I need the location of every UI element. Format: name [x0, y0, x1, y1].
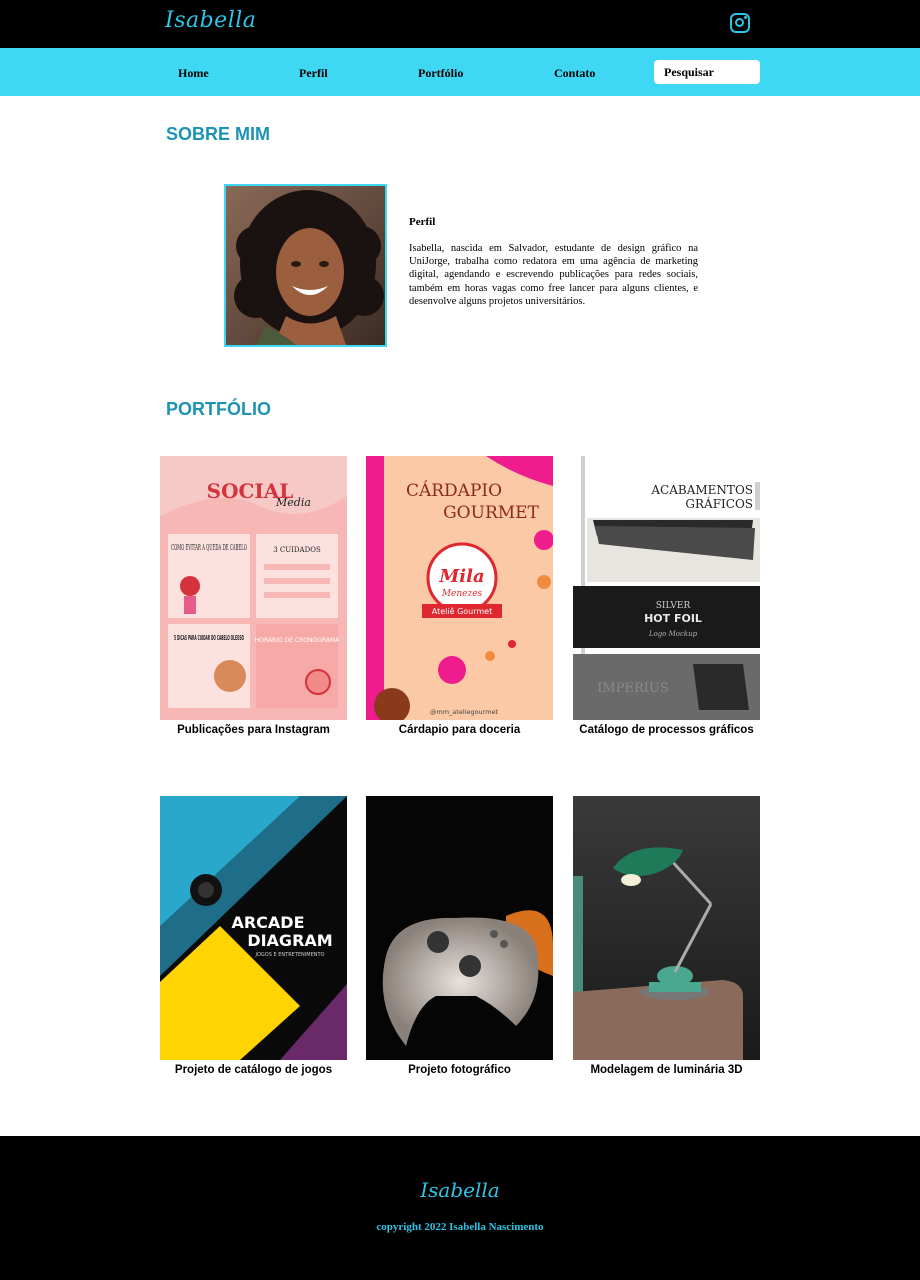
post4-text: HORÁRIO DE CRONOGRAMA [255, 637, 340, 644]
profile-photo [224, 184, 387, 347]
card-caption: Catálogo de processos gráficos [579, 724, 754, 736]
portfolio-card-games[interactable]: ARCADE DIAGRAM JOGOS E ENTRETENIMENTO Pr… [160, 796, 347, 1076]
site-logo[interactable]: Isabella [165, 8, 256, 33]
card-caption: Publicações para Instagram [177, 724, 330, 736]
nav-item-portfolio[interactable]: Portfólio [418, 66, 463, 81]
foil-line1: SILVER [656, 601, 691, 611]
menu-title-line2: GOURMET [443, 503, 539, 523]
post2-text: 3 CUIDADOS [273, 546, 321, 554]
about-title: SOBRE MIM [166, 124, 271, 144]
search-input[interactable] [654, 60, 760, 84]
menu-brand2: Menezes [441, 589, 483, 599]
portfolio-card-catalog[interactable]: ACABAMENTOS GRÁFICOS SILVER HOT FOIL Log… [573, 456, 760, 736]
copyright-text: copyright 2022 Isabella Nascimento [376, 1221, 544, 1233]
post3-text: 5 DICAS PARA CUIDAR DO CABELO OLEOSO [174, 634, 244, 642]
menu-title-line1: CÁRDAPIO [406, 480, 502, 501]
arcade-line3: JOGOS E ENTRETENIMENTO [255, 952, 325, 958]
footer: Isabella copyright 2022 Isabella Nascime… [0, 1136, 920, 1280]
instagram-icon[interactable] [730, 13, 750, 33]
portfolio-card-lamp[interactable]: Modelagem de luminária 3D [573, 796, 760, 1076]
controller-photo-thumbnail [366, 796, 553, 1060]
portfolio-card-photo[interactable]: Projeto fotográfico [366, 796, 553, 1076]
menu-brand: Mila [438, 566, 484, 587]
catalog-thumbnail: ACABAMENTOS GRÁFICOS SILVER HOT FOIL Log… [573, 456, 760, 720]
card-caption: Projeto fotográfico [408, 1064, 511, 1076]
instagram-lens [735, 18, 744, 27]
menu-ribbon: Ateliê Gourmet [432, 606, 492, 616]
instagram-dot [744, 16, 747, 19]
top-header: Isabella [0, 0, 920, 48]
nav-item-home[interactable]: Home [178, 66, 209, 81]
menu-handle: @mm_ateliegourmet [430, 708, 499, 716]
lamp-3d-thumbnail [573, 796, 760, 1060]
arcade-line1: ARCADE [231, 913, 304, 932]
nav-item-contato[interactable]: Contato [554, 66, 595, 81]
nav-bar: Home Perfil Portfólio Contato [0, 48, 920, 96]
post1-text: COMO EVITAR A QUEDA DE CABELO [171, 543, 247, 552]
profile-text: Isabella, nascida em Salvador, estudante… [409, 243, 698, 307]
card-caption: Cárdapio para doceria [398, 724, 521, 736]
footer-logo: Isabella [420, 1178, 500, 1202]
social-subtitle: Media [275, 496, 311, 509]
profile-heading: Perfil [409, 216, 436, 228]
menu-thumbnail: CÁRDAPIO GOURMET Mila Menezes Ateliê Gou… [366, 456, 553, 720]
portfolio-title: PORTFÓLIO [166, 399, 271, 419]
instagram-posts-thumbnail: SOCIAL Media COMO EVITAR A QUEDA DE CABE… [160, 456, 347, 720]
card-caption: Modelagem de luminária 3D [590, 1064, 743, 1076]
catalog-line2: GRÁFICOS [685, 496, 753, 511]
card-caption: Projeto de catálogo de jogos [174, 1064, 333, 1076]
nav-item-perfil[interactable]: Perfil [299, 66, 328, 81]
foil-line2: HOT FOIL [644, 612, 702, 625]
catalog-line1: ACABAMENTOS [650, 483, 753, 497]
portfolio-card-instagram[interactable]: SOCIAL Media COMO EVITAR A QUEDA DE CABE… [160, 456, 347, 736]
portfolio-card-menu[interactable]: CÁRDAPIO GOURMET Mila Menezes Ateliê Gou… [366, 456, 553, 736]
games-thumbnail: ARCADE DIAGRAM JOGOS E ENTRETENIMENTO [160, 796, 347, 1060]
foil-line3: Logo Mockup [648, 630, 698, 638]
arcade-line2: DIAGRAM [247, 931, 332, 950]
emboss-text: IMPERIUS [597, 681, 668, 696]
